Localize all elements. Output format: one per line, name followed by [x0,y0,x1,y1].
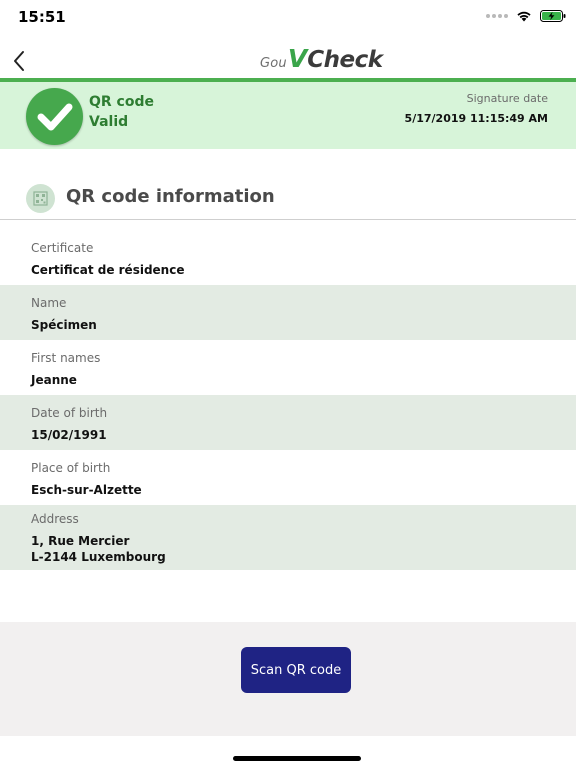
section-icon-circle [26,184,55,213]
status-icons [486,10,566,22]
field-label: Name [31,296,67,310]
banner-title: QR code [89,94,154,110]
field-value: Spécimen [31,318,97,332]
scan-qr-code-button[interactable]: Scan QR code [241,647,351,693]
status-time: 15:51 [18,8,66,26]
signature-date-label: Signature date [466,92,548,105]
signature-date-value: 5/17/2019 11:15:49 AM [404,112,548,125]
battery-charging-icon [540,10,566,22]
check-icon [37,103,73,131]
logo-v: V [287,44,308,73]
info-row-name: Name Spécimen [0,285,576,340]
field-label: Date of birth [31,406,108,420]
field-value: Jeanne [31,373,77,387]
section-header: QR code information [0,176,576,220]
info-row-date-of-birth: Date of birth 15/02/1991 [0,395,576,450]
info-row-first-names: First names Jeanne [0,340,576,395]
app-logo: Gou V Check [260,44,383,74]
info-row-address: Address 1, Rue Mercier L-2144 Luxembourg [0,505,576,570]
field-value: 15/02/1991 [31,428,107,442]
chevron-left-icon [14,51,24,71]
qr-code-icon [33,191,48,206]
field-value-line2: L-2144 Luxembourg [31,550,166,564]
status-bar: 15:51 [0,0,576,36]
field-label: Place of birth [31,461,111,475]
valid-badge [26,88,83,145]
banner-status: Valid [89,114,129,130]
back-button[interactable] [6,42,36,74]
cellular-signal-icon [486,14,508,18]
logo-prefix: Gou [260,56,287,71]
validity-banner: QR code Valid Signature date 5/17/2019 1… [0,82,576,149]
logo-suffix: Check [307,47,383,73]
footer: Scan QR code [0,622,576,736]
field-value: Esch-sur-Alzette [31,483,142,497]
nav-bar: Gou V Check [0,36,576,78]
field-value-line1: 1, Rue Mercier [31,534,130,548]
field-label: Certificate [31,241,94,255]
info-row-place-of-birth: Place of birth Esch-sur-Alzette [0,450,576,505]
info-row-certificate: Certificate Certificat de résidence [0,230,576,285]
home-indicator[interactable] [233,756,361,761]
field-label: First names [31,351,101,365]
wifi-icon [517,11,531,22]
info-list: Certificate Certificat de résidence Name… [0,230,576,570]
section-title: QR code information [66,186,275,207]
field-value: Certificat de résidence [31,263,185,277]
field-label: Address [31,512,79,526]
